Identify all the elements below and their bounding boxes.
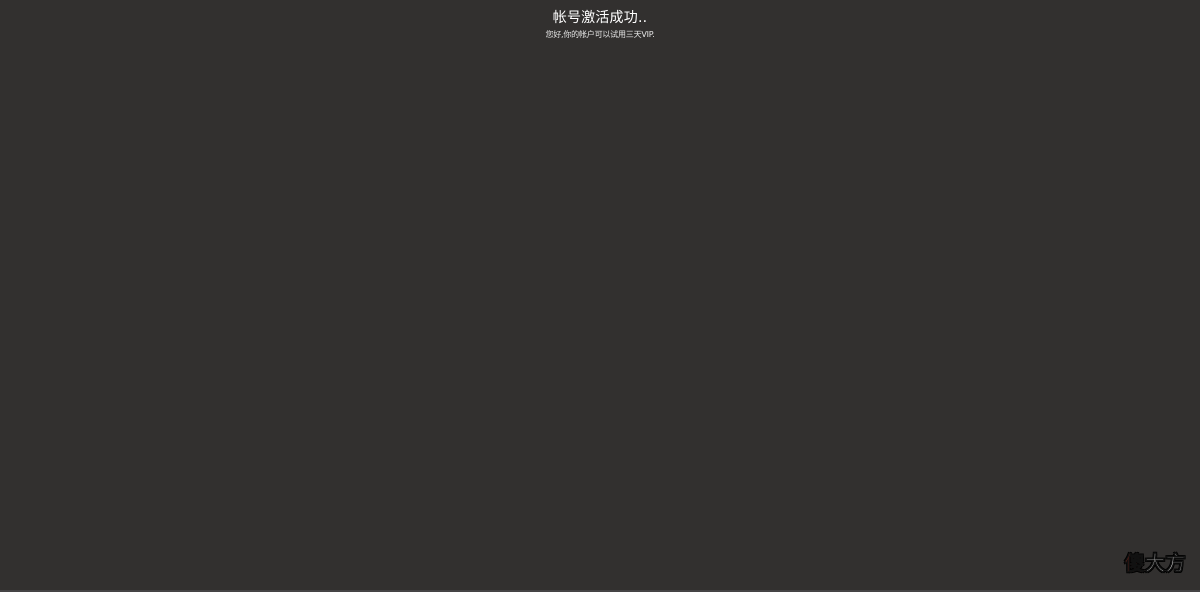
notice-title: 帐号激活成功.. (552, 10, 648, 26)
activation-notice: 帐号激活成功.. 您好,你的帐户可以试用三天VIP. (0, 9, 1200, 41)
activation-page: 帐号激活成功.. 您好,你的帐户可以试用三天VIP. 傻大方 (0, 0, 1200, 592)
notice-message: 您好,你的帐户可以试用三天VIP. (545, 30, 655, 39)
watermark-rest: 大方 (1145, 551, 1186, 575)
watermark-first-char: 傻 (1124, 551, 1145, 575)
site-watermark-logo: 傻大方 (1124, 551, 1187, 575)
